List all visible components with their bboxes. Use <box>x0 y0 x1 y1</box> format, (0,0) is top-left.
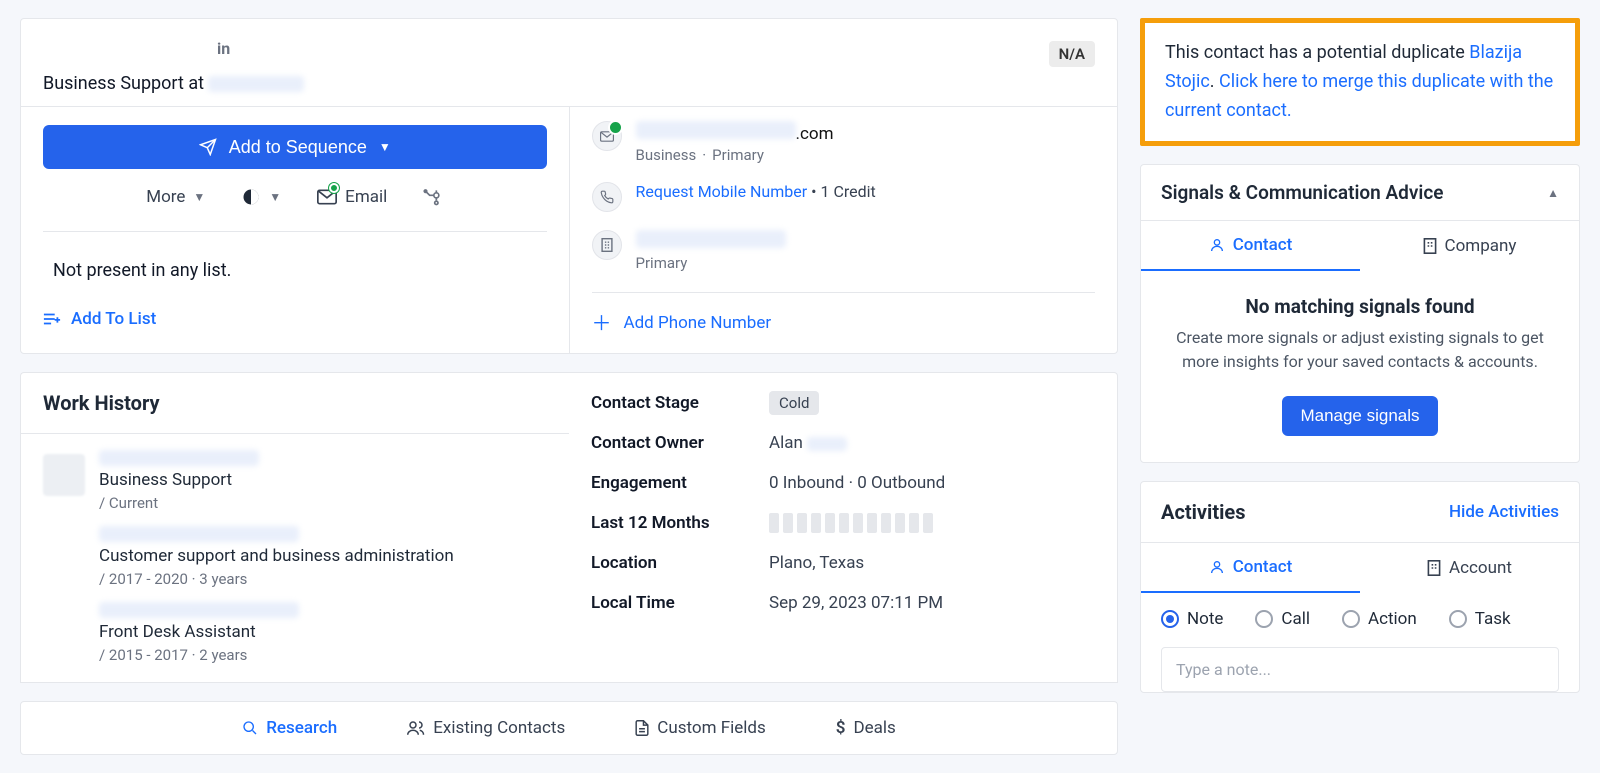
activities-panel: Activities Hide Activities Contact Accou… <box>1140 481 1580 693</box>
activity-type-note[interactable]: Note <box>1161 609 1223 629</box>
request-mobile-link[interactable]: Request Mobile Number <box>636 182 808 201</box>
activities-tab-contact[interactable]: Contact <box>1141 543 1360 593</box>
location-value: Plano, Texas <box>769 553 864 573</box>
company-name-redacted <box>99 450 259 466</box>
stage-badge[interactable]: Cold <box>769 391 819 415</box>
detail-tabs: Research Existing Contacts Custom Fields… <box>20 701 1118 755</box>
hubspot-icon[interactable] <box>423 187 443 207</box>
send-icon <box>199 138 217 156</box>
signals-title: Signals & Communication Advice <box>1161 181 1443 204</box>
note-input[interactable]: Type a note... <box>1161 647 1559 692</box>
label-stage: Contact Stage <box>591 393 741 413</box>
add-phone-button[interactable]: ＋ Add Phone Number <box>592 292 1096 333</box>
label-last12: Last 12 Months <box>591 513 741 533</box>
person-icon <box>1209 559 1225 575</box>
building-icon <box>1423 238 1437 254</box>
more-menu[interactable]: More ▼ <box>146 187 205 207</box>
localtime-value: Sep 29, 2023 07:11 PM <box>769 593 943 613</box>
company-row[interactable]: Primary <box>592 230 1096 272</box>
add-to-sequence-button[interactable]: Add to Sequence ▼ <box>43 125 547 169</box>
signals-panel: Signals & Communication Advice ▲ Contact… <box>1140 164 1580 463</box>
company-logo <box>43 454 85 496</box>
signals-tab-contact[interactable]: Contact <box>1141 221 1360 271</box>
plus-icon: ＋ <box>592 313 612 333</box>
activity-type-call[interactable]: Call <box>1255 609 1310 629</box>
company-name-redacted <box>99 526 299 542</box>
building-icon <box>592 230 622 260</box>
signals-empty-body: Create more signals or adjust existing s… <box>1165 326 1555 374</box>
manage-signals-button[interactable]: Manage signals <box>1282 396 1437 436</box>
company-redacted <box>636 230 786 248</box>
signals-empty-title: No matching signals found <box>1165 295 1555 318</box>
mobile-row[interactable]: Request Mobile Number • 1 Credit <box>592 182 1096 212</box>
tab-research[interactable]: Research <box>242 718 337 738</box>
job-item[interactable]: Front Desk Assistant / 2015 - 2017 · 2 y… <box>21 594 569 682</box>
profile-card: N/A in Business Support at Add to Sequen… <box>20 18 1118 354</box>
list-status: Not present in any list. <box>43 231 547 287</box>
mail-verified-icon <box>592 121 622 151</box>
activities-title: Activities <box>1161 500 1245 524</box>
building-icon <box>1427 560 1441 576</box>
work-history-title: Work History <box>21 373 569 434</box>
tab-existing-contacts[interactable]: Existing Contacts <box>407 718 565 738</box>
contact-details-card: Contact Stage Cold Contact Owner Alan Enga… <box>569 372 1118 683</box>
activities-tab-account[interactable]: Account <box>1360 543 1579 593</box>
chevron-down-icon: ▼ <box>379 140 391 154</box>
activity-type-task[interactable]: Task <box>1449 609 1511 629</box>
linkedin-icon[interactable]: in <box>217 39 230 58</box>
email-redacted <box>636 121 796 139</box>
add-to-list-button[interactable]: Add To List <box>43 287 547 331</box>
tab-custom-fields[interactable]: Custom Fields <box>635 718 765 738</box>
job-item[interactable]: Customer support and business administra… <box>21 518 569 594</box>
activity-type-action[interactable]: Action <box>1342 609 1417 629</box>
collapse-icon[interactable]: ▲ <box>1547 186 1559 200</box>
contact-name <box>43 37 203 59</box>
phone-icon <box>592 182 622 212</box>
work-history-card: Work History Business Support / Current … <box>20 372 569 683</box>
label-localtime: Local Time <box>591 593 741 613</box>
email-action[interactable]: Email <box>317 187 387 207</box>
list-add-icon <box>43 312 61 326</box>
company-name-redacted <box>99 602 299 618</box>
signals-tab-company[interactable]: Company <box>1360 221 1579 271</box>
verified-dot-icon <box>329 183 339 193</box>
label-owner: Contact Owner <box>591 433 741 453</box>
label-engagement: Engagement <box>591 473 741 493</box>
engagement-value: 0 Inbound · 0 Outbound <box>769 473 945 493</box>
similarweb-icon[interactable]: ▼ <box>241 187 281 207</box>
owner-value: Alan <box>769 433 847 453</box>
merge-link[interactable]: Click here to merge this duplicate with … <box>1165 71 1553 121</box>
search-icon <box>242 720 258 736</box>
users-icon <box>407 720 425 736</box>
person-icon <box>1209 237 1225 253</box>
email-row[interactable]: .com Business·Primary <box>592 121 1096 164</box>
label-location: Location <box>591 553 741 573</box>
globe-half-icon <box>241 187 261 207</box>
job-item[interactable]: Business Support / Current <box>21 434 569 518</box>
contact-subtitle: Business Support at <box>43 73 1095 94</box>
na-badge: N/A <box>1049 41 1095 67</box>
dollar-icon: $ <box>836 718 846 738</box>
engagement-bars <box>769 513 933 533</box>
document-icon <box>635 720 649 736</box>
hide-activities-link[interactable]: Hide Activities <box>1449 502 1559 522</box>
tab-deals[interactable]: $ Deals <box>836 718 896 738</box>
duplicate-alert: This contact has a potential duplicate B… <box>1140 18 1580 146</box>
